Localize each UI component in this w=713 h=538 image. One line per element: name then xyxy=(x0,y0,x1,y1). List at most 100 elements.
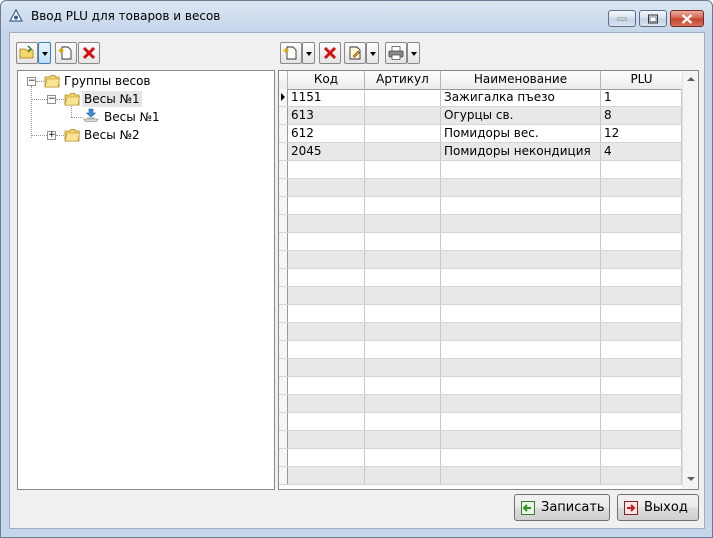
cell-name[interactable] xyxy=(441,215,601,232)
cell-article[interactable] xyxy=(365,287,441,304)
cell-article[interactable] xyxy=(365,89,441,106)
cell-code[interactable] xyxy=(288,449,365,466)
cell-code[interactable]: 613 xyxy=(288,107,365,124)
cell-name[interactable] xyxy=(441,287,601,304)
cell-name[interactable] xyxy=(441,179,601,196)
cell-article[interactable] xyxy=(365,449,441,466)
cell-article[interactable] xyxy=(365,467,441,484)
open-folder-button[interactable] xyxy=(16,42,38,64)
header-article[interactable]: Артикул xyxy=(365,71,441,89)
empty-row[interactable] xyxy=(279,341,682,359)
print-button[interactable] xyxy=(385,42,407,64)
maximize-button[interactable] xyxy=(639,10,667,27)
cell-code[interactable] xyxy=(288,431,365,448)
cell-name[interactable]: Помидоры вес. xyxy=(441,125,601,142)
table-row[interactable]: 1151 Зажигалка пъезо 1 xyxy=(279,89,682,107)
collapse-icon[interactable]: − xyxy=(27,77,36,86)
empty-row[interactable] xyxy=(279,161,682,179)
close-button[interactable] xyxy=(670,10,704,27)
cell-plu[interactable] xyxy=(601,269,682,286)
empty-row[interactable] xyxy=(279,233,682,251)
cell-plu[interactable] xyxy=(601,449,682,466)
cell-name[interactable] xyxy=(441,323,601,340)
empty-row[interactable] xyxy=(279,197,682,215)
cell-name[interactable] xyxy=(441,431,601,448)
cell-code[interactable]: 1151 xyxy=(288,89,365,106)
header-plu[interactable]: PLU xyxy=(601,71,682,89)
cell-article[interactable] xyxy=(365,305,441,322)
scale-groups-tree[interactable]: − Группы весов − Весы №1 Весы №1 + Весы … xyxy=(17,70,275,490)
empty-row[interactable] xyxy=(279,305,682,323)
cell-name[interactable] xyxy=(441,197,601,214)
empty-row[interactable] xyxy=(279,269,682,287)
cell-name[interactable] xyxy=(441,395,601,412)
empty-row[interactable] xyxy=(279,413,682,431)
cell-code[interactable] xyxy=(288,287,365,304)
cell-code[interactable]: 2045 xyxy=(288,143,365,160)
cell-article[interactable] xyxy=(365,161,441,178)
cell-article[interactable] xyxy=(365,323,441,340)
open-folder-dropdown[interactable] xyxy=(38,42,51,64)
cell-name[interactable] xyxy=(441,269,601,286)
cell-plu[interactable] xyxy=(601,251,682,268)
cell-name[interactable] xyxy=(441,341,601,358)
empty-row[interactable] xyxy=(279,215,682,233)
cell-name[interactable] xyxy=(441,251,601,268)
cell-article[interactable] xyxy=(365,341,441,358)
cell-code[interactable] xyxy=(288,215,365,232)
collapse-icon[interactable]: − xyxy=(47,95,56,104)
cell-article[interactable] xyxy=(365,431,441,448)
cell-name[interactable] xyxy=(441,233,601,250)
cell-article[interactable] xyxy=(365,197,441,214)
exit-button[interactable]: Выход xyxy=(617,494,699,521)
title-bar[interactable]: Ввод PLU для товаров и весов xyxy=(1,1,712,31)
cell-plu[interactable] xyxy=(601,377,682,394)
cell-plu[interactable] xyxy=(601,305,682,322)
cell-plu[interactable] xyxy=(601,215,682,232)
cell-name[interactable] xyxy=(441,305,601,322)
cell-name[interactable]: Помидоры некондиция xyxy=(441,143,601,160)
cell-article[interactable] xyxy=(365,377,441,394)
header-code[interactable]: Код xyxy=(288,71,365,89)
cell-plu[interactable]: 1 xyxy=(601,89,682,106)
cell-name[interactable]: Огурцы св. xyxy=(441,107,601,124)
cell-code[interactable] xyxy=(288,467,365,484)
cell-plu[interactable] xyxy=(601,197,682,214)
cell-plu[interactable]: 4 xyxy=(601,143,682,160)
table-row[interactable]: 612 Помидоры вес. 12 xyxy=(279,125,682,143)
empty-row[interactable] xyxy=(279,431,682,449)
cell-article[interactable] xyxy=(365,179,441,196)
cell-article[interactable] xyxy=(365,233,441,250)
header-name[interactable]: Наименование xyxy=(441,71,601,89)
empty-row[interactable] xyxy=(279,179,682,197)
save-button[interactable]: Записать xyxy=(514,494,610,521)
print-dropdown[interactable] xyxy=(407,42,420,64)
cell-name[interactable] xyxy=(441,359,601,376)
cell-plu[interactable] xyxy=(601,395,682,412)
edit-row-dropdown[interactable] xyxy=(366,42,379,64)
cell-plu[interactable] xyxy=(601,413,682,430)
cell-plu[interactable] xyxy=(601,179,682,196)
cell-plu[interactable] xyxy=(601,233,682,250)
cell-code[interactable] xyxy=(288,341,365,358)
cell-name[interactable] xyxy=(441,377,601,394)
cell-code[interactable] xyxy=(288,377,365,394)
cell-code[interactable] xyxy=(288,359,365,376)
cell-article[interactable] xyxy=(365,215,441,232)
scroll-up-icon[interactable] xyxy=(687,77,695,81)
empty-row[interactable] xyxy=(279,251,682,269)
cell-article[interactable] xyxy=(365,143,441,160)
cell-code[interactable] xyxy=(288,305,365,322)
cell-article[interactable] xyxy=(365,251,441,268)
vertical-scrollbar[interactable] xyxy=(682,71,698,489)
cell-plu[interactable] xyxy=(601,467,682,484)
cell-article[interactable] xyxy=(365,413,441,430)
add-row-button[interactable] xyxy=(280,42,302,64)
empty-row[interactable] xyxy=(279,287,682,305)
cell-plu[interactable] xyxy=(601,359,682,376)
expand-icon[interactable]: + xyxy=(47,131,56,140)
cell-code[interactable] xyxy=(288,251,365,268)
empty-row[interactable] xyxy=(279,467,682,485)
cell-name[interactable] xyxy=(441,449,601,466)
cell-article[interactable] xyxy=(365,359,441,376)
